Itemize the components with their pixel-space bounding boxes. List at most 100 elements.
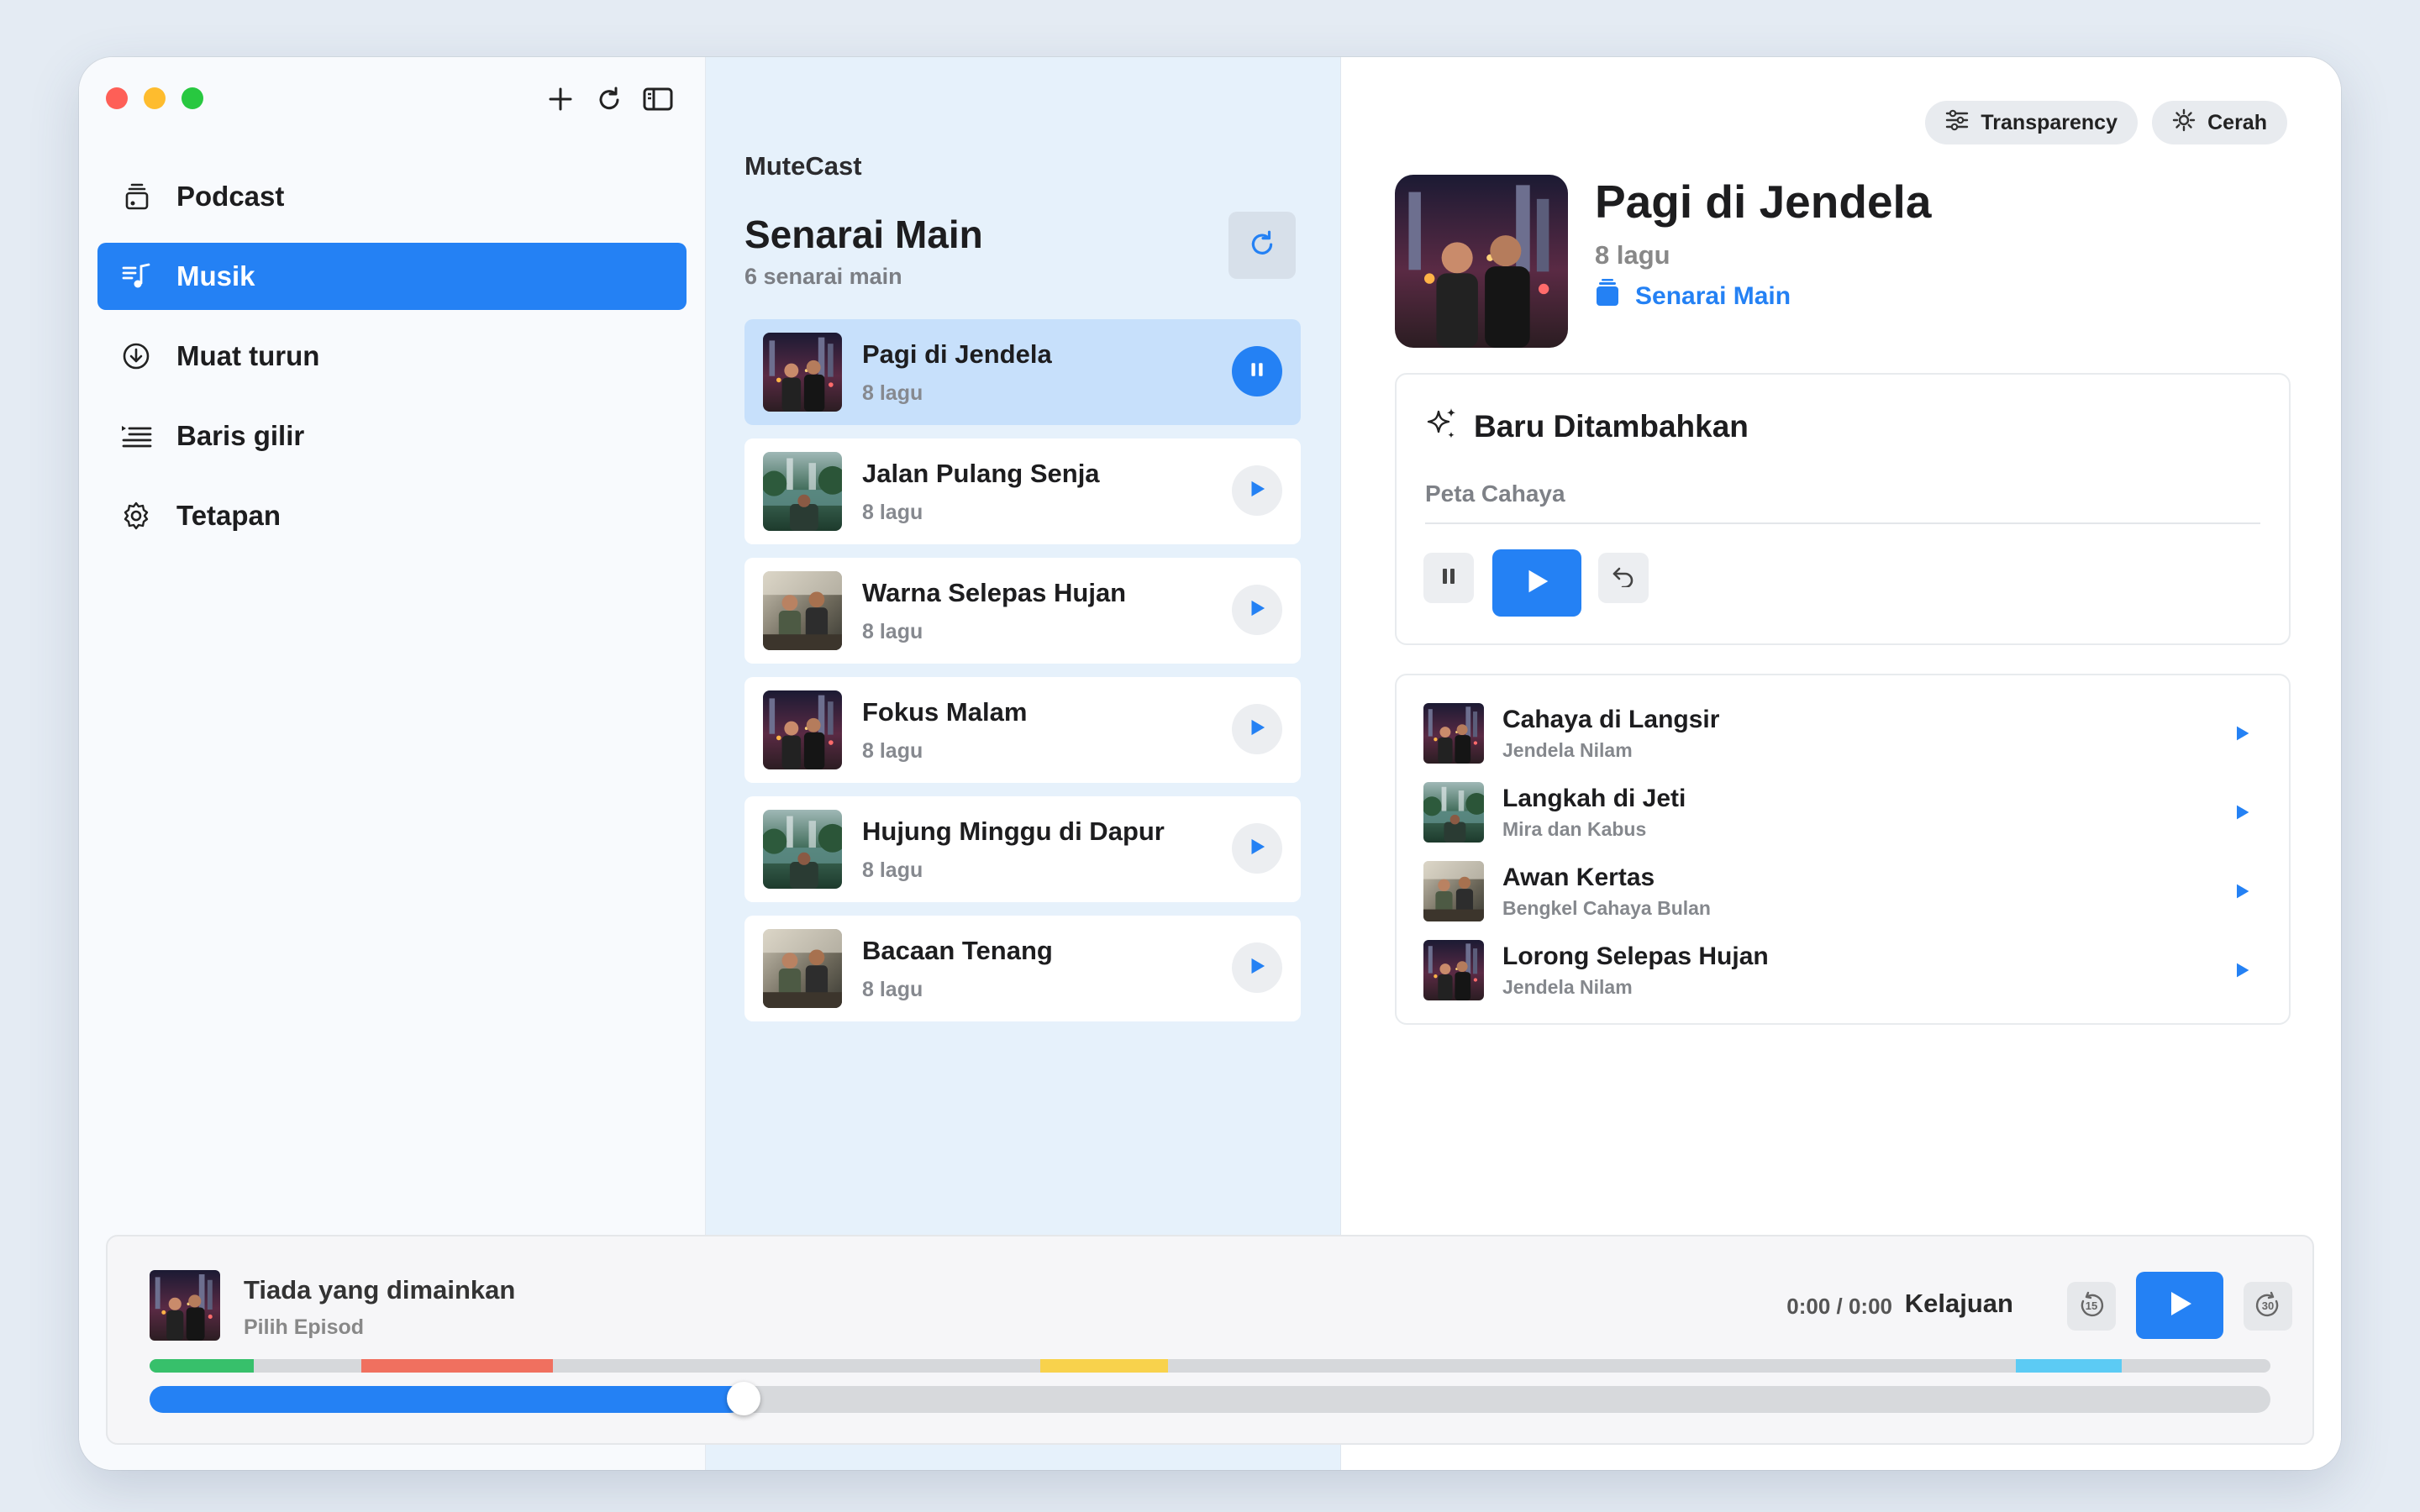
sidebar-item-musik[interactable]: Musik [97, 243, 687, 310]
chapter-segment [150, 1359, 254, 1373]
playlist-track-count: 8 lagu [1595, 240, 1670, 270]
skip-forward-seconds: 30 [2261, 1299, 2275, 1312]
play-button[interactable] [1232, 942, 1282, 993]
pause-button[interactable] [1232, 346, 1282, 396]
playlist-hero-artwork [1395, 175, 1568, 348]
playlist-name: Pagi di Jendela [862, 339, 1052, 369]
playlist-card[interactable]: Warna Selepas Hujan 8 lagu [744, 558, 1301, 664]
page-title: Senarai Main [744, 213, 983, 256]
recently-added-subtitle: Peta Cahaya [1425, 480, 1565, 507]
progress-knob[interactable] [726, 1382, 760, 1415]
sidebar-item-tetapan[interactable]: Tetapan [97, 482, 687, 549]
play-button[interactable] [1492, 549, 1581, 617]
playlist-artwork [763, 571, 842, 650]
play-icon [2163, 1287, 2196, 1325]
playlist-card[interactable]: Hujung Minggu di Dapur 8 lagu [744, 796, 1301, 902]
chapter-segment [361, 1359, 553, 1373]
podcast-stack-icon [119, 180, 153, 213]
track-artist: Mira dan Kabus [1502, 817, 1647, 840]
playlist-name: Fokus Malam [862, 696, 1028, 727]
sidebar-item-podcast[interactable]: Podcast [97, 163, 687, 230]
playlist-name: Jalan Pulang Senja [862, 458, 1100, 488]
progress-fill [150, 1386, 744, 1413]
playlist-card[interactable]: Pagi di Jendela 8 lagu [744, 319, 1301, 425]
sliders-icon [1945, 109, 1969, 137]
play-icon[interactable] [2232, 960, 2252, 984]
play-icon [1521, 565, 1553, 601]
sidebar-toggle-icon[interactable] [641, 82, 675, 116]
download-circle-icon [119, 339, 153, 373]
play-button[interactable] [1232, 704, 1282, 754]
skip-forward-button[interactable]: 30 [2244, 1282, 2292, 1331]
playback-time: 0:00 / 0:00 [1786, 1294, 1892, 1319]
playlist-name: Hujung Minggu di Dapur [862, 816, 1165, 846]
app-name: MuteCast [744, 151, 862, 181]
minimize-window-button[interactable] [144, 87, 166, 109]
playlist-card[interactable]: Bacaan Tenang 8 lagu [744, 916, 1301, 1021]
play-icon [1246, 478, 1268, 504]
theme-label: Cerah [2207, 110, 2267, 134]
skip-forward-30-icon: 30 [2253, 1291, 2283, 1321]
play-icon [1246, 836, 1268, 862]
play-icon[interactable] [2232, 802, 2252, 827]
sidebar-item-label: Musik [176, 260, 255, 291]
undo-button[interactable] [1598, 553, 1649, 603]
play-icon[interactable] [2232, 881, 2252, 906]
chapter-segment [1040, 1359, 1168, 1373]
add-icon[interactable] [544, 82, 577, 116]
sidebar-nav: Podcast Musik Muat turun Baris gilir Tet… [97, 163, 687, 562]
track-artist: Bengkel Cahaya Bulan [1502, 896, 1711, 919]
window-controls [106, 87, 203, 109]
progress-slider[interactable] [150, 1382, 2270, 1415]
playlist-name: Warna Selepas Hujan [862, 577, 1127, 607]
playlists-link[interactable]: Senarai Main [1595, 279, 1791, 314]
recently-added-title: Baru Ditambahkan [1474, 408, 1749, 444]
sidebar-item-baris-gilir[interactable]: Baris gilir [97, 402, 687, 470]
play-button[interactable] [1232, 465, 1282, 516]
track-title: Lorong Selepas Hujan [1502, 942, 1769, 970]
sidebar-item-label: Tetapan [176, 500, 281, 531]
sun-icon [2172, 108, 2196, 138]
player-bar: Tiada yang dimainkan Pilih Episod 0:00 /… [106, 1235, 2314, 1445]
playlist-track-count: 8 lagu [862, 738, 923, 763]
pause-button[interactable] [1423, 553, 1474, 603]
playlist-card[interactable]: Jalan Pulang Senja 8 lagu [744, 438, 1301, 544]
now-playing-artwork [150, 1270, 220, 1341]
track-title: Cahaya di Langsir [1502, 705, 1720, 733]
skip-back-button[interactable]: 15 [2067, 1282, 2116, 1331]
track-title: Langkah di Jeti [1502, 784, 1686, 812]
play-button[interactable] [1232, 823, 1282, 874]
track-row[interactable]: Lorong Selepas Hujan Jendela Nilam [1423, 937, 2262, 1003]
play-icon[interactable] [2232, 723, 2252, 748]
sidebar-toolbar [544, 82, 675, 116]
track-row[interactable]: Awan Kertas Bengkel Cahaya Bulan [1423, 858, 2262, 924]
music-note-list-icon [119, 260, 153, 293]
track-artwork [1423, 940, 1484, 1000]
track-list-panel: Cahaya di Langsir Jendela Nilam Langkah … [1395, 674, 2291, 1025]
refresh-playlists-button[interactable] [1228, 212, 1296, 279]
playlist-name: Bacaan Tenang [862, 935, 1053, 965]
sidebar-item-label: Baris gilir [176, 420, 305, 451]
zoom-window-button[interactable] [182, 87, 203, 109]
playlist-track-count: 8 lagu [862, 858, 923, 882]
play-button[interactable] [1232, 585, 1282, 635]
playlist-track-count: 8 lagu [862, 977, 923, 1001]
track-artwork [1423, 703, 1484, 764]
playback-speed-button[interactable]: Kelajuan [1905, 1289, 2013, 1319]
now-playing-title: Tiada yang dimainkan [244, 1275, 516, 1305]
close-window-button[interactable] [106, 87, 128, 109]
track-row[interactable]: Cahaya di Langsir Jendela Nilam [1423, 701, 2262, 766]
playlist-card[interactable]: Fokus Malam 8 lagu [744, 677, 1301, 783]
play-icon [1246, 717, 1268, 743]
playlist-track-count: 8 lagu [862, 619, 923, 643]
refresh-icon [1248, 229, 1276, 262]
sidebar-item-muat-turun[interactable]: Muat turun [97, 323, 687, 390]
theme-button[interactable]: Cerah [2152, 101, 2287, 144]
sidebar-item-label: Podcast [176, 181, 285, 212]
queue-list-icon [119, 419, 153, 453]
track-row[interactable]: Langkah di Jeti Mira dan Kabus [1423, 780, 2262, 845]
transparency-button[interactable]: Transparency [1925, 101, 2138, 144]
refresh-icon[interactable] [592, 82, 626, 116]
main-play-button[interactable] [2136, 1272, 2223, 1339]
playlist-artwork [763, 452, 842, 531]
